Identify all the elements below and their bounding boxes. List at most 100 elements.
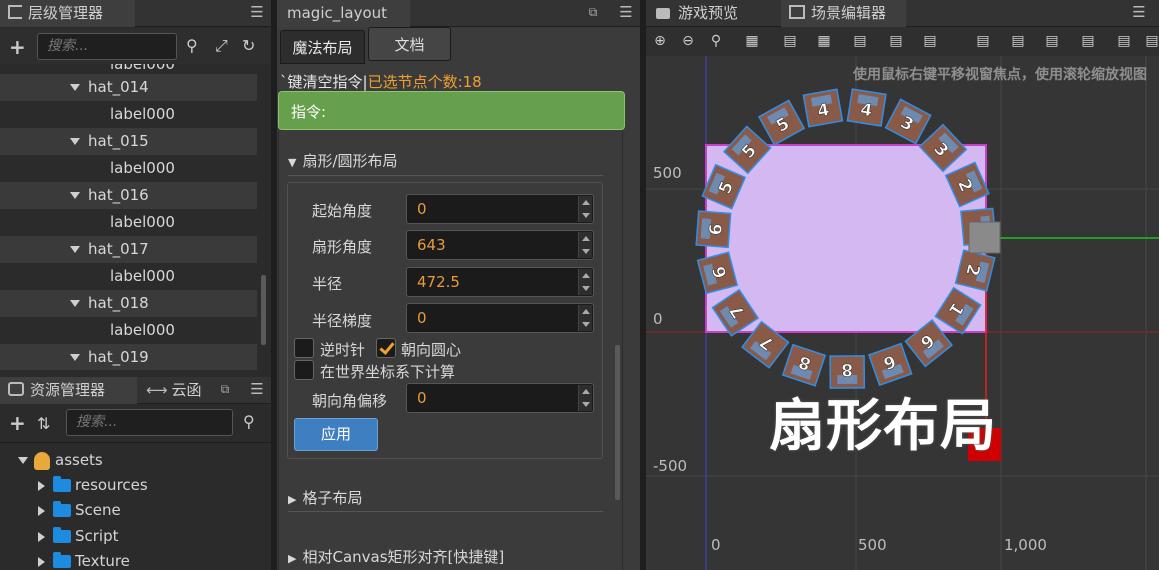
gizmo-handle[interactable]	[968, 221, 1001, 254]
tree-row[interactable]: label000	[0, 317, 257, 344]
tree-row[interactable]: hat_017	[0, 236, 257, 263]
assets-search-input[interactable]: 搜索...	[66, 409, 233, 436]
asset-item-script[interactable]: Script	[38, 526, 119, 546]
tab-magic-layout-mode[interactable]: 魔法布局	[280, 30, 365, 64]
assets-search-icon[interactable]: ⚲	[243, 412, 255, 431]
tree-row[interactable]: label000	[0, 155, 257, 182]
zoom-in-icon[interactable]: ⊕	[652, 33, 668, 49]
tree-row[interactable]: label000	[0, 263, 257, 290]
align-bottom-icon[interactable]: ▤	[1044, 33, 1060, 49]
tree-row[interactable]: hat_015	[0, 128, 257, 155]
zoom-reset-icon[interactable]: ⚲	[708, 33, 724, 49]
sort-icon[interactable]: ⇅	[37, 414, 50, 433]
expand-arrow-icon[interactable]	[70, 300, 80, 307]
popout-icon[interactable]: ⧉	[585, 4, 601, 20]
align-top-icon[interactable]: ▤	[975, 33, 991, 49]
distribute-left-icon[interactable]: ▤	[852, 33, 868, 49]
distribute-center-icon[interactable]: ▤	[888, 33, 904, 49]
search-icon[interactable]: ⚲	[186, 36, 198, 55]
expand-arrow-icon[interactable]	[70, 354, 80, 361]
facing-offset-input[interactable]: 0	[406, 383, 594, 413]
collapsed-arrow-icon[interactable]	[38, 556, 45, 567]
stepper-icon[interactable]	[578, 196, 592, 222]
tab-hierarchy[interactable]: 层级管理器	[0, 0, 135, 27]
stepper-icon[interactable]	[578, 269, 592, 295]
ring-item[interactable]: 6	[867, 342, 913, 387]
inspector-menu-icon[interactable]: ☰	[617, 2, 635, 22]
tab-assets[interactable]: 资源管理器	[0, 377, 137, 404]
asset-item-scene[interactable]: Scene	[38, 500, 121, 520]
expand-arrow-icon[interactable]	[18, 457, 28, 464]
distribute-v-center-icon[interactable]: ▤	[1116, 33, 1132, 49]
tab-docs[interactable]: 文档	[368, 27, 451, 61]
scene-viewport[interactable]: 4433222166887766555 使用鼠标右键平移视窗焦点，使用滚轮缩放视…	[646, 56, 1159, 570]
collapsed-arrow-icon[interactable]	[38, 505, 45, 516]
asset-item-texture[interactable]: Texture	[38, 551, 130, 570]
ring-item[interactable]: 6	[695, 210, 732, 249]
ring-item[interactable]: 5	[757, 99, 806, 146]
distribute-bottom-icon[interactable]: ▤	[1144, 33, 1159, 49]
apply-button[interactable]: 应用	[294, 418, 378, 451]
stepper-icon[interactable]	[578, 385, 592, 411]
section-grid-layout[interactable]: ▶ 格子布局	[288, 487, 362, 508]
hierarchy-scrollbar[interactable]	[261, 275, 266, 345]
hierarchy-menu-icon[interactable]: ☰	[248, 2, 266, 22]
refresh-icon[interactable]: ↻	[242, 36, 255, 55]
counterclockwise-checkbox[interactable]	[294, 338, 314, 358]
align-right-icon[interactable]: ▦	[816, 33, 832, 49]
tree-row[interactable]: hat_019	[0, 344, 257, 370]
command-bar[interactable]: 指令:	[278, 91, 625, 130]
expand-arrow-icon[interactable]	[70, 138, 80, 145]
world-coords-checkbox[interactable]	[294, 360, 314, 380]
counterclockwise-label: 逆时针	[320, 341, 366, 359]
collapsed-arrow-icon[interactable]	[38, 531, 45, 542]
y-label-0: 0	[653, 310, 663, 328]
distribute-right-icon[interactable]: ▤	[922, 33, 938, 49]
tree-row[interactable]: hat_018	[0, 290, 257, 317]
distribute-top-icon[interactable]: ▤	[1080, 33, 1096, 49]
add-node-icon[interactable]: +	[9, 35, 26, 59]
zoom-out-icon[interactable]: ⊖	[680, 33, 696, 49]
collapse-icon[interactable]: ⤢	[215, 36, 228, 56]
align-left-icon[interactable]: ▦	[744, 33, 760, 49]
collapse-triangle-icon: ▶	[288, 552, 297, 565]
ring-item[interactable]: 3	[884, 98, 932, 145]
face-center-checkbox[interactable]	[376, 338, 396, 358]
tree-row[interactable]: hat_014	[0, 74, 257, 101]
tree-row[interactable]: label000	[0, 209, 257, 236]
fan-angle-input[interactable]: 643	[406, 230, 594, 260]
asset-item-resources[interactable]: resources	[38, 475, 148, 495]
expand-arrow-icon[interactable]	[70, 84, 80, 91]
section-fan-layout[interactable]: ▼ 扇形/圆形布局	[288, 150, 398, 171]
ring-item[interactable]: 2	[954, 249, 996, 292]
tab-cloud[interactable]: ⟷ 云函	[138, 377, 210, 404]
align-h-center-icon[interactable]: ▤	[782, 33, 798, 49]
collapsed-arrow-icon[interactable]	[38, 480, 45, 491]
section-canvas-align[interactable]: ▶ 相对Canvas矩形对齐[快捷键]	[288, 546, 504, 567]
ring-item[interactable]: 4	[802, 88, 844, 128]
expand-arrow-icon[interactable]	[70, 192, 80, 199]
ring-digit: 8	[841, 359, 853, 379]
popout-icon[interactable]: ⧉	[217, 381, 233, 397]
tree-row[interactable]: label000	[0, 101, 257, 128]
hierarchy-search-input[interactable]: 搜索...	[37, 33, 177, 60]
tree-row[interactable]: hat_016	[0, 182, 257, 209]
ring-item[interactable]: 4	[846, 88, 887, 127]
tab-magic-layout[interactable]: magic_layout	[277, 0, 410, 27]
add-asset-icon[interactable]: +	[9, 411, 26, 435]
assets-menu-icon[interactable]: ☰	[248, 379, 266, 399]
ring-item[interactable]: 8	[781, 343, 827, 387]
x-label-1000: 1,000	[1004, 536, 1047, 554]
start-angle-input[interactable]: 0	[406, 194, 594, 224]
stepper-icon[interactable]	[578, 305, 592, 331]
assets-root[interactable]: assets	[18, 450, 103, 470]
tab-game-preview[interactable]: 游戏预览	[646, 0, 780, 27]
scene-menu-icon[interactable]: ☰	[1130, 2, 1148, 22]
expand-arrow-icon[interactable]	[70, 246, 80, 253]
inspector-scrollbar[interactable]	[615, 345, 620, 500]
radius-gradient-input[interactable]: 0	[406, 303, 594, 333]
stepper-icon[interactable]	[578, 232, 592, 258]
radius-input[interactable]: 472.5	[406, 267, 594, 297]
align-v-center-icon[interactable]: ▤	[1010, 33, 1026, 49]
tab-scene-editor[interactable]: 场景编辑器	[781, 0, 906, 27]
